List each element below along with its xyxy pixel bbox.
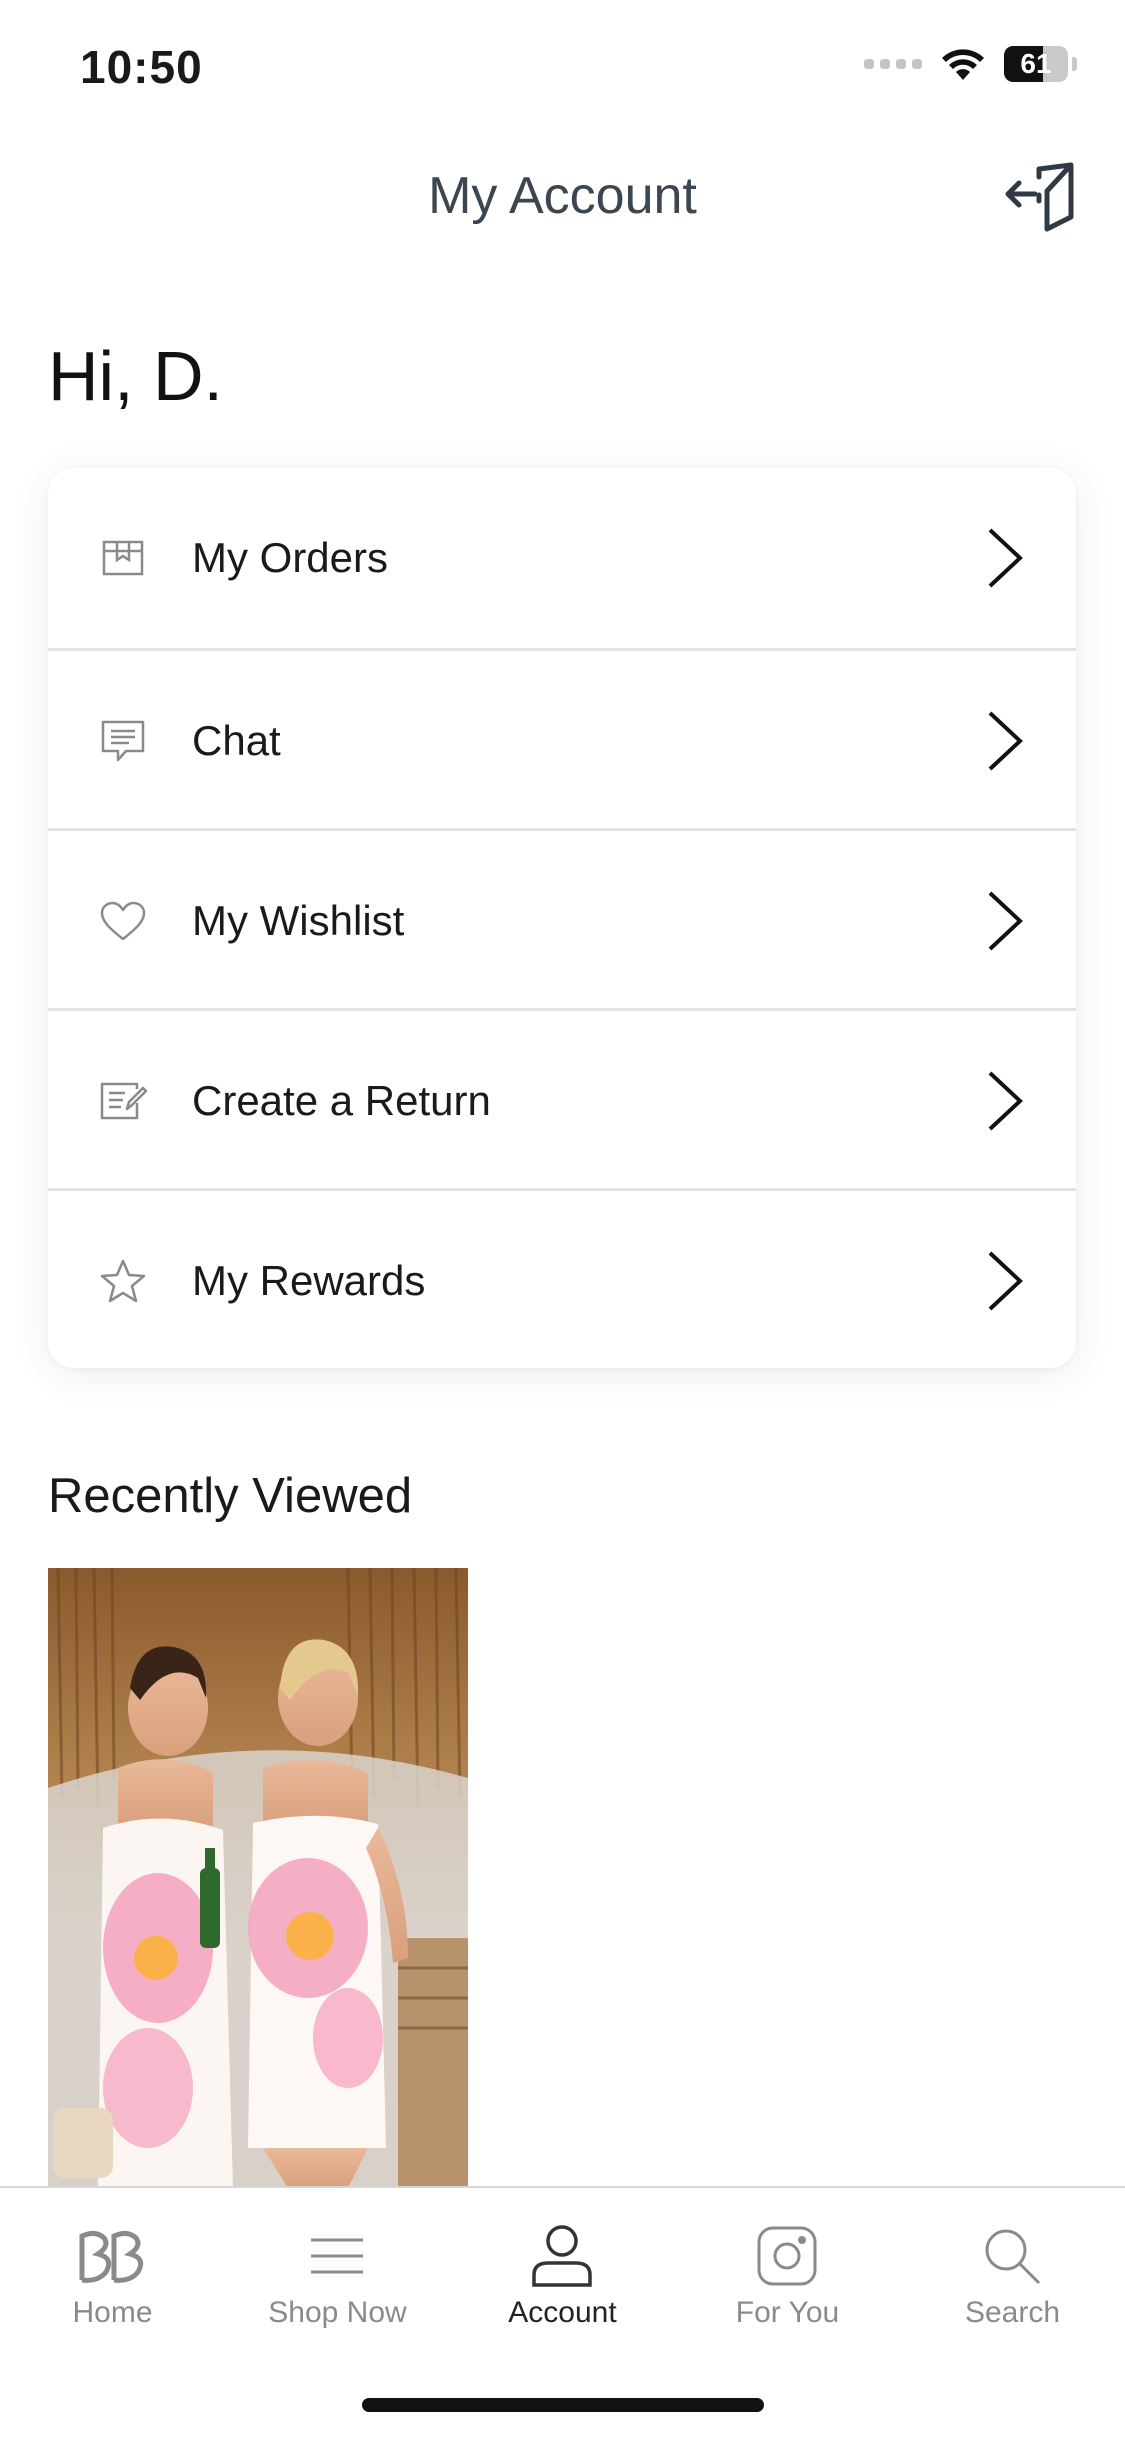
home-indicator xyxy=(362,2398,764,2412)
product-image xyxy=(48,1568,468,2188)
tab-label: Account xyxy=(508,2296,617,2329)
chevron-right-icon xyxy=(988,528,1023,588)
greeting: Hi, D. xyxy=(48,337,223,415)
tab-home[interactable]: Home xyxy=(0,2188,225,2348)
menu-item-chat[interactable]: Chat xyxy=(48,648,1076,831)
logout-icon xyxy=(1005,162,1074,232)
chevron-right-icon xyxy=(988,711,1023,771)
page-title: My Account xyxy=(428,167,697,225)
menu-item-label: My Orders xyxy=(192,534,389,581)
battery-tip xyxy=(1072,57,1077,71)
wifi-icon xyxy=(942,49,984,80)
recently-viewed-product[interactable] xyxy=(48,1568,468,2188)
instagram-icon xyxy=(747,2216,827,2296)
menu-lines-icon xyxy=(297,2216,377,2296)
search-icon xyxy=(972,2216,1052,2296)
tab-label: Search xyxy=(964,2296,1061,2329)
tab-for-you[interactable]: For You xyxy=(675,2188,900,2348)
recently-viewed-title: Recently Viewed xyxy=(48,1469,413,1523)
menu-item-create-a-return[interactable]: Create a Return xyxy=(48,1008,1076,1191)
tab-shop-now[interactable]: Shop Now xyxy=(225,2188,450,2348)
logout-button[interactable] xyxy=(1002,158,1080,236)
chat-icon xyxy=(98,716,148,766)
person-icon xyxy=(522,2216,602,2296)
heart-icon xyxy=(98,896,148,946)
chevron-right-icon xyxy=(988,1071,1023,1131)
menu-item-label: Chat xyxy=(192,717,281,764)
status-time: 10:50 xyxy=(80,41,203,93)
menu-item-label: My Wishlist xyxy=(192,897,405,944)
tab-label: Shop Now xyxy=(268,2296,407,2329)
brand-logo-icon xyxy=(72,2216,152,2296)
menu-item-label: Create a Return xyxy=(192,1077,491,1124)
tab-label: For You xyxy=(735,2296,840,2329)
status-icons: 61 xyxy=(864,46,1077,82)
return-form-icon xyxy=(98,1076,148,1126)
cellular-signal-icon xyxy=(864,59,922,69)
menu-item-my-wishlist[interactable]: My Wishlist xyxy=(48,828,1076,1011)
battery-level: 61 xyxy=(1020,48,1052,79)
box-icon xyxy=(98,533,148,583)
chevron-right-icon xyxy=(988,891,1023,951)
menu-item-my-orders[interactable]: My Orders xyxy=(48,468,1076,648)
menu-item-my-rewards[interactable]: My Rewards xyxy=(48,1188,1076,1368)
star-icon xyxy=(98,1256,148,1306)
menu-item-label: My Rewards xyxy=(192,1257,426,1304)
tab-search[interactable]: Search xyxy=(900,2188,1125,2348)
status-bar: 10:50 61 xyxy=(0,0,1125,132)
battery-icon: 61 xyxy=(1004,46,1068,82)
account-menu: My Orders Chat My Wishlist Create a Retu… xyxy=(48,468,1076,1368)
chevron-right-icon xyxy=(988,1251,1023,1311)
tab-account[interactable]: Account xyxy=(450,2188,675,2348)
tab-label: Home xyxy=(72,2296,153,2329)
